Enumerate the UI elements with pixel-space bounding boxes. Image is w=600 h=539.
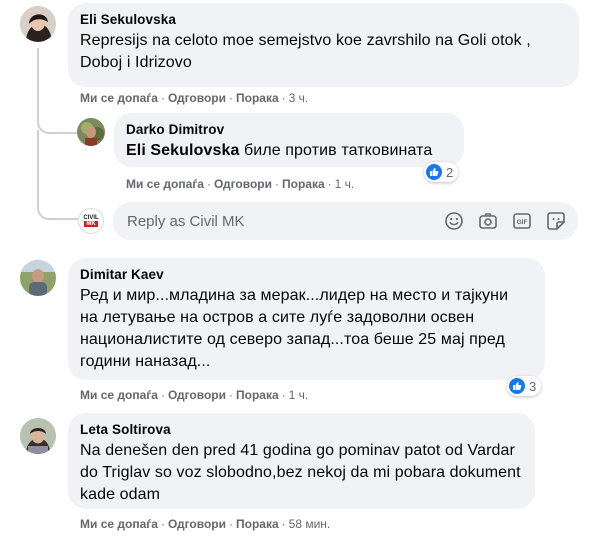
comment-timestamp[interactable]: 1 ч. (289, 388, 309, 402)
reaction-count[interactable]: 2 (424, 162, 459, 182)
comment-author[interactable]: Dimitar Kaev (80, 266, 533, 283)
avatar[interactable] (20, 260, 56, 296)
comment-actions: Ми се допаѓа · Одговори · Порака · 1 ч. (80, 388, 309, 402)
reply-author[interactable]: Darko Dimitrov (126, 121, 452, 138)
avatar[interactable] (20, 6, 56, 42)
page-avatar-label: MK (84, 221, 98, 227)
reply-text: Eli Sekulovska биле против татковината (126, 140, 452, 162)
camera-icon[interactable] (478, 211, 498, 231)
comment-timestamp[interactable]: 3 ч. (289, 91, 309, 105)
comment-text: Represijs na celoto moe semejstvo koe za… (80, 32, 531, 71)
reply-button[interactable]: Одговори (214, 177, 272, 191)
reaction-count[interactable]: 3 (507, 376, 542, 396)
comment-text: Na denešen den pred 41 godina go pominav… (80, 442, 521, 503)
thread-line (37, 130, 79, 220)
message-button[interactable]: Порака (236, 517, 279, 531)
reply-button[interactable]: Одговори (168, 517, 226, 531)
like-reaction-icon (509, 378, 525, 394)
like-button[interactable]: Ми се допаѓа (80, 517, 158, 531)
reply-timestamp[interactable]: 1 ч. (335, 177, 355, 191)
reply-button[interactable]: Одговори (168, 91, 226, 105)
emoji-icon[interactable] (444, 211, 464, 231)
comment-author[interactable]: Eli Sekulovska (80, 11, 567, 28)
comment-timestamp[interactable]: 58 мин. (289, 517, 331, 531)
comment-actions: Ми се допаѓа · Одговори · Порака · 3 ч. (80, 91, 309, 105)
reply-button[interactable]: Одговори (168, 388, 226, 402)
page-avatar: CIVIL MK (78, 208, 104, 234)
comment-text: Ред и мир...младина за мерак...лидер на … (80, 287, 509, 370)
gif-icon[interactable]: GIF (512, 211, 532, 231)
svg-text:GIF: GIF (517, 219, 528, 226)
like-button[interactable]: Ми се допаѓа (126, 177, 204, 191)
mention-link[interactable]: Eli Sekulovska (126, 142, 239, 159)
message-button[interactable]: Порака (282, 177, 325, 191)
message-button[interactable]: Порака (236, 91, 279, 105)
reply-bubble: Darko Dimitrov Eli Sekulovska биле проти… (114, 113, 464, 167)
reply-actions: Ми се допаѓа · Одговори · Порака · 1 ч. (126, 177, 355, 191)
like-reaction-icon (426, 164, 442, 180)
comment-bubble: Dimitar Kaev Ред и мир...младина за мера… (68, 258, 545, 380)
like-button[interactable]: Ми се допаѓа (80, 388, 158, 402)
comment-actions: Ми се допаѓа · Одговори · Порака · 58 мин. (80, 517, 331, 531)
reply-input[interactable] (125, 211, 430, 231)
comment-bubble: Leta Soltirova Na denešen den pred 41 go… (68, 413, 535, 509)
reply-input-box: GIF (113, 202, 578, 240)
like-button[interactable]: Ми се допаѓа (80, 91, 158, 105)
reaction-count-number: 2 (446, 164, 454, 180)
sticker-icon[interactable] (546, 211, 566, 231)
reply-text-body: биле против татковината (244, 142, 433, 159)
avatar[interactable] (20, 418, 56, 454)
comment-author[interactable]: Leta Soltirova (80, 421, 523, 438)
comment-bubble: Eli Sekulovska Represijs na celoto moe s… (68, 3, 579, 87)
message-button[interactable]: Порака (236, 388, 279, 402)
reaction-count-number: 3 (529, 378, 537, 394)
avatar[interactable] (77, 118, 105, 146)
